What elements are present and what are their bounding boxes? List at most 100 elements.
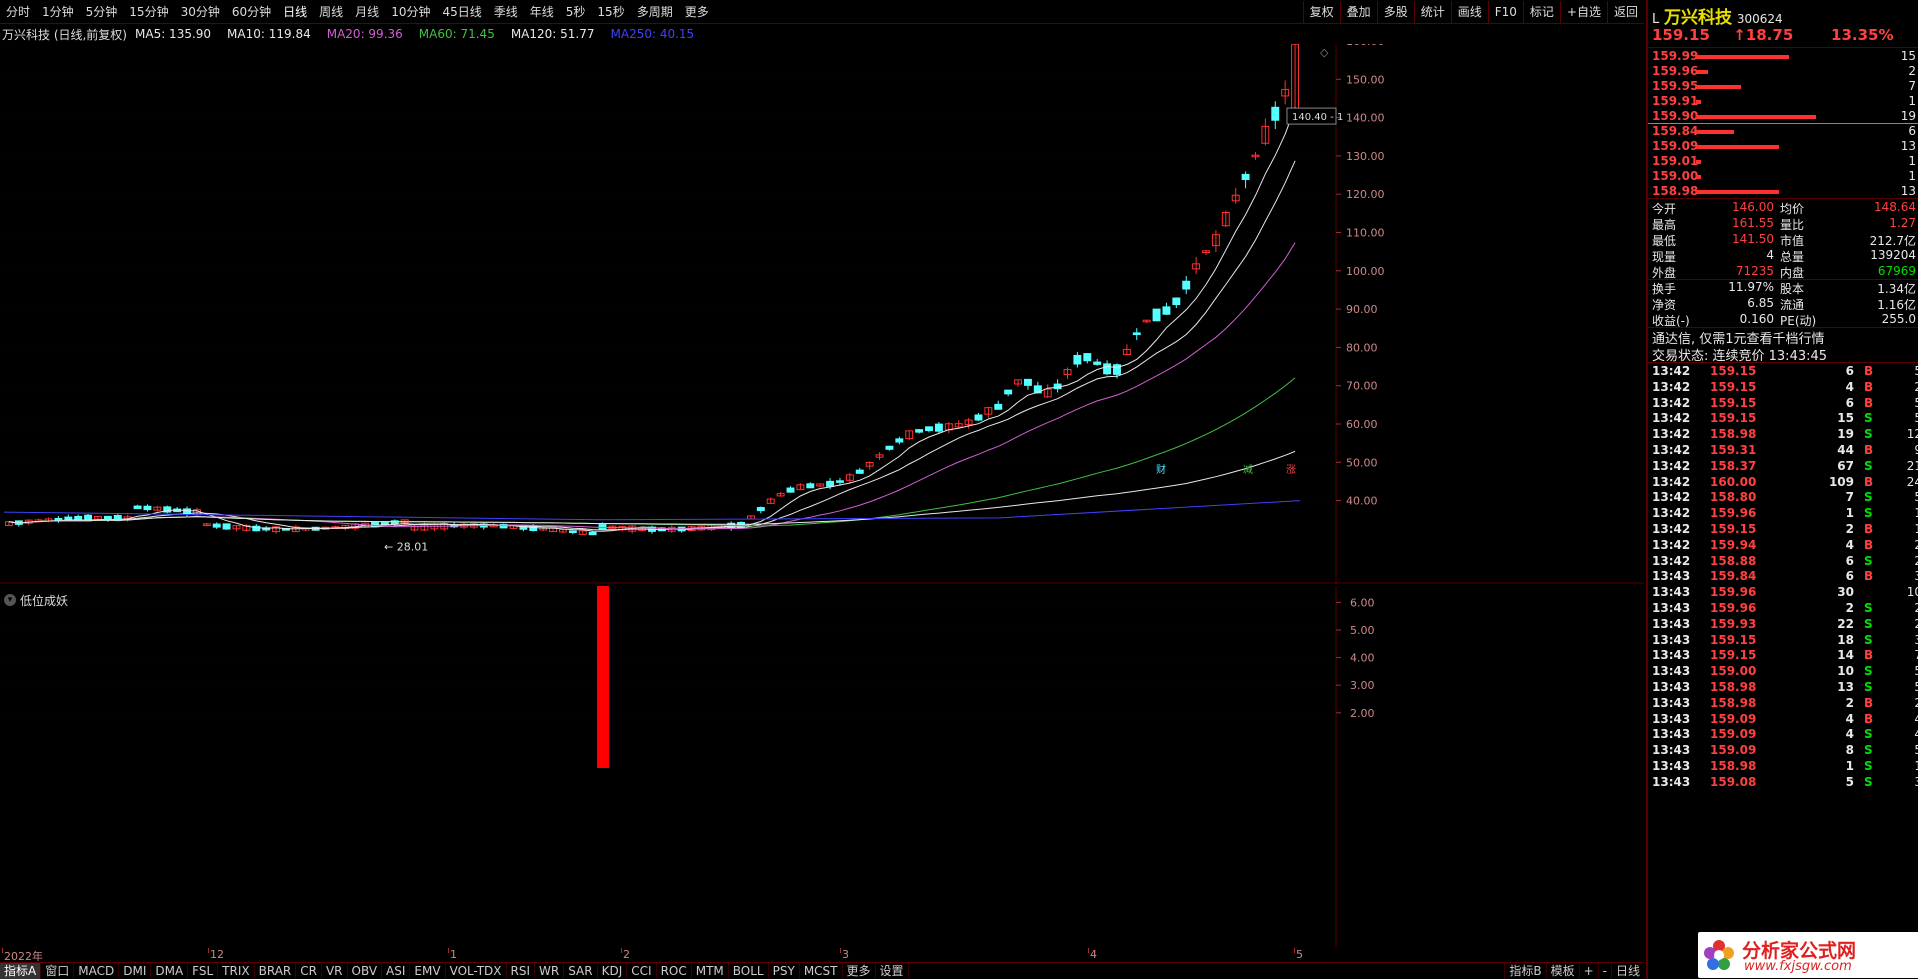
order-book-row[interactable]: 159.90 19 bbox=[1652, 109, 1918, 124]
stat-row: 外盘 71235 内盘 67969 bbox=[1652, 264, 1918, 280]
period-tab[interactable]: 多周期 bbox=[631, 0, 679, 24]
tick-time: 13:43 bbox=[1652, 601, 1691, 615]
y-axis-label: 120.00 bbox=[1346, 188, 1385, 201]
period-tab[interactable]: 15秒 bbox=[591, 0, 630, 24]
indicator-tab-right[interactable]: - bbox=[1597, 963, 1611, 979]
date-tick bbox=[208, 948, 209, 953]
indicator-tab[interactable]: KDJ bbox=[598, 962, 628, 979]
y-axis-label: 110.00 bbox=[1346, 227, 1385, 240]
order-book-row[interactable]: 159.91 1 bbox=[1652, 94, 1918, 109]
tick-count: 9 bbox=[1914, 443, 1918, 457]
indicator-tab-right[interactable]: 日线 bbox=[1610, 963, 1644, 979]
y-axis-label: 3.00 bbox=[1350, 679, 1375, 692]
period-tab[interactable]: 10分钟 bbox=[385, 0, 436, 24]
indicator-tab[interactable]: CCI bbox=[627, 962, 657, 979]
period-tab[interactable]: 1分钟 bbox=[36, 0, 80, 24]
period-tab[interactable]: 5分钟 bbox=[80, 0, 124, 24]
indicator-tab[interactable]: ROC bbox=[657, 962, 692, 979]
tick-time: 13:43 bbox=[1652, 711, 1691, 726]
toolbar-button[interactable]: 画线 bbox=[1450, 1, 1488, 23]
indicator-tab[interactable]: ASI bbox=[382, 962, 411, 979]
indicator-tab[interactable]: BRAR bbox=[255, 962, 297, 979]
toolbar-button[interactable]: +自选 bbox=[1559, 1, 1607, 23]
diamond-icon[interactable]: ◇ bbox=[1320, 46, 1329, 59]
toolbar-button[interactable]: F10 bbox=[1487, 1, 1523, 23]
indicator-tab[interactable]: VR bbox=[322, 962, 348, 979]
order-book-row[interactable]: 159.99 15 bbox=[1652, 49, 1918, 64]
tick-row: 13:42 158.98 19 S 12 bbox=[1652, 427, 1918, 442]
tick-row: 13:43 159.93 22 S 2 bbox=[1652, 617, 1918, 632]
tick-time: 13:42 bbox=[1652, 443, 1691, 457]
toolbar-button[interactable]: 统计 bbox=[1413, 1, 1451, 23]
period-tab[interactable]: 季线 bbox=[488, 0, 524, 24]
indicator-tab[interactable]: VOL-TDX bbox=[446, 962, 507, 979]
tick-row: 13:43 159.84 6B 3 bbox=[1652, 569, 1918, 584]
event-marker[interactable]: 财 bbox=[1156, 463, 1166, 476]
order-book-row[interactable]: 159.84 6 bbox=[1652, 124, 1918, 139]
tick-price: 160.00 bbox=[1710, 474, 1757, 489]
indicator-tab[interactable]: MTM bbox=[692, 962, 729, 979]
candle-body bbox=[925, 426, 933, 432]
indicator-tab-right[interactable]: + bbox=[1578, 963, 1598, 979]
indicator-tab[interactable]: SAR bbox=[564, 962, 598, 979]
period-tab[interactable]: 30分钟 bbox=[175, 0, 226, 24]
tick-time: 13:43 bbox=[1652, 743, 1691, 758]
indicator-tab[interactable]: DMA bbox=[151, 962, 189, 979]
toolbar-button[interactable]: 叠加 bbox=[1339, 1, 1377, 23]
toolbar-button[interactable]: 标记 bbox=[1522, 1, 1560, 23]
period-tab[interactable]: 年线 bbox=[524, 0, 560, 24]
chevron-down-icon[interactable]: ▾ bbox=[4, 594, 16, 606]
indicator-tab[interactable]: TRIX bbox=[218, 962, 255, 979]
indicator-tabs: 指标A 窗口 MACD DMI DMA FSL TRIX BRAR CR VR OBV ASI EMV V… bbox=[0, 962, 1644, 979]
stat-value: 161.55 bbox=[1732, 216, 1774, 230]
tick-side: S bbox=[1864, 774, 1873, 789]
period-tab[interactable]: 月线 bbox=[349, 0, 385, 24]
indicator-tab[interactable]: MACD bbox=[74, 962, 120, 979]
indicator-tab-right[interactable]: 指标B bbox=[1504, 963, 1545, 979]
indicator-tab[interactable]: OBV bbox=[348, 962, 383, 979]
period-tab[interactable]: 更多 bbox=[679, 0, 715, 24]
indicator-tab[interactable]: DMI bbox=[119, 962, 152, 979]
indicator-tab[interactable]: PSY bbox=[769, 962, 800, 979]
period-tab[interactable]: 5秒 bbox=[560, 0, 592, 24]
order-book-row[interactable]: 159.96 2 bbox=[1652, 64, 1918, 79]
event-marker[interactable]: 涨 bbox=[1286, 464, 1296, 476]
tick-time: 13:43 bbox=[1652, 680, 1691, 694]
stat-row: 最低 141.50 市值 212.7亿 bbox=[1652, 232, 1918, 248]
indicator-tab[interactable]: 更多 bbox=[843, 962, 876, 979]
period-tab[interactable]: 15分钟 bbox=[123, 0, 174, 24]
toolbar-button[interactable]: 返回 bbox=[1606, 1, 1644, 23]
indicator-tab[interactable]: MCST bbox=[800, 962, 843, 979]
toolbar-button[interactable]: 多股 bbox=[1376, 1, 1414, 23]
period-tab[interactable]: 45日线 bbox=[436, 0, 487, 24]
stat-value: 255.0 bbox=[1881, 312, 1916, 326]
indicator-tab[interactable]: FSL bbox=[188, 962, 219, 979]
order-book-row[interactable]: 158.98 13 bbox=[1652, 184, 1918, 199]
indicator-chart[interactable]: 10.009.008.007.006.005.004.003.002.00 bbox=[0, 586, 1644, 948]
period-tab[interactable]: 日线 bbox=[277, 0, 313, 24]
indicator-tab[interactable]: 窗口 bbox=[41, 962, 75, 979]
period-tab[interactable]: 60分钟 bbox=[226, 0, 277, 24]
order-volume-bar bbox=[1696, 100, 1701, 104]
order-book-row[interactable]: 159.00 1 bbox=[1652, 169, 1918, 184]
indicator-tab[interactable]: RSI bbox=[507, 962, 536, 979]
period-tab[interactable]: 分时 bbox=[0, 0, 36, 24]
candle-body bbox=[974, 414, 983, 421]
indicator-tab[interactable]: BOLL bbox=[729, 962, 769, 979]
indicator-tab-right[interactable]: 模板 bbox=[1545, 963, 1579, 979]
order-book-row[interactable]: 159.01 1 bbox=[1652, 154, 1918, 169]
order-book-row[interactable]: 159.09 13 bbox=[1652, 139, 1918, 154]
indicator-tab[interactable]: WR bbox=[535, 962, 565, 979]
indicator-tab[interactable]: 设置 bbox=[876, 962, 909, 979]
indicator-tab[interactable]: EMV bbox=[410, 962, 446, 979]
event-marker[interactable]: 减 bbox=[1243, 464, 1253, 476]
ma-value: MA250: 40.15 bbox=[610, 27, 695, 41]
indicator-tab[interactable]: CR bbox=[296, 962, 322, 979]
candlestick-chart[interactable]: 160.00 150.00 140.00 130.00 120.00 110.00 100.… bbox=[0, 44, 1644, 584]
period-tab[interactable]: 周线 bbox=[313, 0, 349, 24]
indicator-tab[interactable]: 指标A bbox=[0, 962, 42, 979]
stat-value: 0.160 bbox=[1739, 312, 1774, 326]
order-book-row[interactable]: 159.95 7 bbox=[1652, 79, 1918, 94]
tick-price: 159.09 bbox=[1710, 711, 1757, 726]
toolbar-button[interactable]: 复权 bbox=[1302, 1, 1340, 23]
